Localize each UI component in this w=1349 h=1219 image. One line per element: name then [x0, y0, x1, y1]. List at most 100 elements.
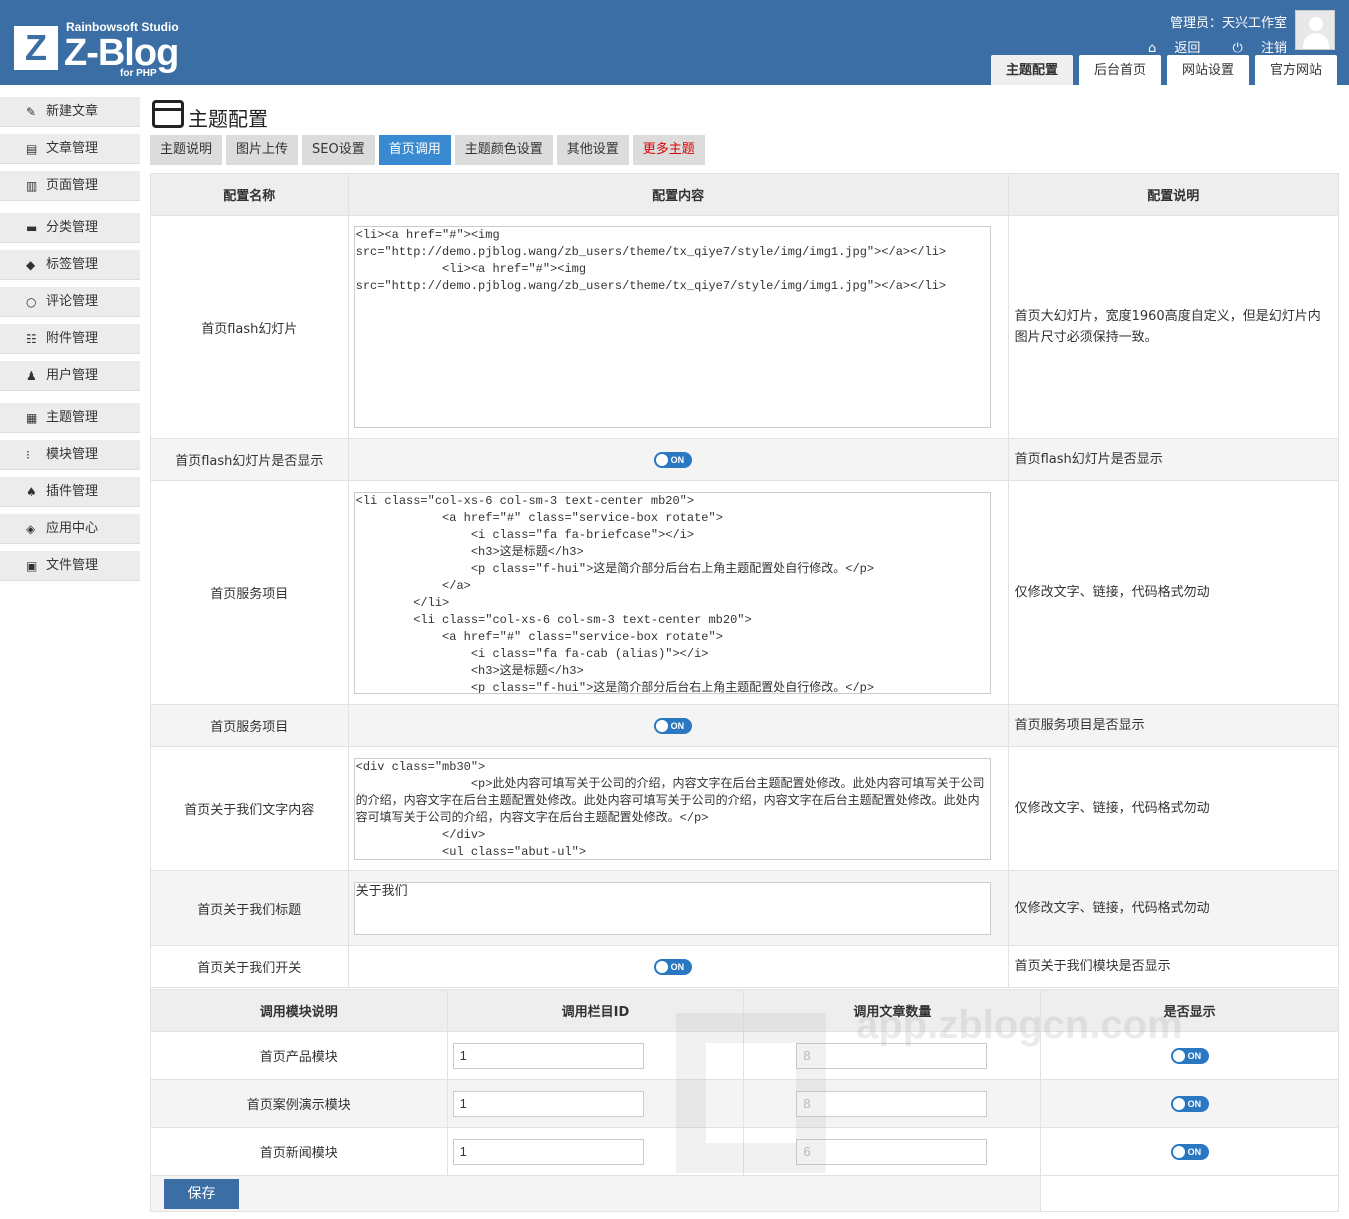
file-icon: ▤: [26, 142, 38, 156]
module-name: 首页产品模块: [150, 1031, 448, 1080]
tab-more-themes[interactable]: 更多主题: [632, 135, 705, 165]
tab-home-call[interactable]: 首页调用: [378, 135, 451, 165]
top-header: Z Rainbowsoft Studio Z-Blog for PHP 管理员：…: [0, 0, 1349, 85]
table-row: 首页关于我们开关 ON 首页关于我们模块是否显示: [150, 945, 1340, 988]
tab-site-settings[interactable]: 网站设置: [1166, 55, 1249, 85]
col-header-show: 是否显示: [1040, 989, 1339, 1032]
table-row: 首页关于我们文字内容 <div class="mb30"> <p>此处内容可填写…: [150, 746, 1340, 871]
sidebar-item-tags[interactable]: ◆ 标签管理: [0, 250, 140, 280]
comment-icon: ○: [26, 295, 37, 309]
zblog-logo[interactable]: Z Rainbowsoft Studio Z-Blog for PHP: [14, 18, 214, 79]
sidebar-item-new-post[interactable]: ✎ 新建文章: [0, 97, 140, 127]
sidebar-item-categories[interactable]: ▬ 分类管理: [0, 213, 140, 243]
avatar[interactable]: [1295, 10, 1335, 50]
tab-seo[interactable]: SEO设置: [302, 135, 375, 165]
about-content-textarea[interactable]: <div class="mb30"> <p>此处内容可填写关于公司的介绍，内容文…: [353, 757, 991, 860]
col-header-count: 调用文章数量: [743, 989, 1042, 1032]
toggle-label: ON: [670, 720, 685, 731]
tab-theme-config[interactable]: 主题配置: [990, 55, 1073, 85]
tab-admin-home[interactable]: 后台首页: [1078, 55, 1161, 85]
flash-show-toggle[interactable]: ON: [653, 451, 692, 468]
sidebar-item-pages[interactable]: ▥ 页面管理: [0, 171, 140, 201]
col-header-cat-id: 调用栏目ID: [446, 989, 745, 1032]
case-count-input[interactable]: [796, 1090, 988, 1117]
tab-official-site[interactable]: 官方网站: [1254, 55, 1337, 85]
logo-mark: Z: [14, 26, 58, 70]
sidebar-item-themes[interactable]: ▦ 主题管理: [0, 403, 140, 433]
module-name: 首页新闻模块: [150, 1127, 448, 1176]
col-header-desc: 配置说明: [1007, 173, 1340, 216]
table-row: 首页flash幻灯片 <li><a href="#"><img src="htt…: [150, 215, 1340, 439]
tab-other-settings[interactable]: 其他设置: [556, 135, 629, 165]
save-row: 保存: [149, 1175, 1339, 1212]
sidebar: ✎ 新建文章 ▤ 文章管理 ▥ 页面管理 ▬ 分类管理 ◆ 标签管理 ○ 评论管理 ☷ 附件管…: [0, 90, 140, 581]
sidebar-item-label: 附件管理: [46, 331, 99, 346]
module-name: 首页案例演示模块: [150, 1079, 448, 1128]
col-header-content: 配置内容: [347, 173, 1009, 216]
row-desc: 首页大幻灯片，宽度1960高度自定义，但是幻灯片内图片尺寸必须保持一致。: [1007, 215, 1340, 439]
sidebar-item-attachments[interactable]: ☷ 附件管理: [0, 324, 140, 354]
sidebar-item-label: 页面管理: [46, 178, 99, 193]
power-icon: ⏻: [1232, 41, 1243, 56]
sidebar-item-label: 主题管理: [46, 410, 99, 425]
flash-slider-textarea[interactable]: <li><a href="#"><img src="http://demo.pj…: [353, 226, 991, 428]
product-show-toggle[interactable]: ON: [1170, 1047, 1209, 1064]
tab-image-upload[interactable]: 图片上传: [226, 135, 299, 165]
table-row: 首页服务项目 ON 首页服务项目是否显示: [150, 704, 1340, 747]
edit-icon: ✎: [26, 105, 37, 119]
module-table: 调用模块说明 调用栏目ID 调用文章数量 是否显示 首页产品模块 ON 首页案例…: [149, 989, 1339, 1212]
back-link[interactable]: ⌂ 返回: [1134, 41, 1200, 56]
sidebar-item-label: 模块管理: [46, 447, 99, 462]
config-table: 配置名称 配置内容 配置说明 首页flash幻灯片 <li><a href="#…: [150, 173, 1340, 988]
sidebar-item-users[interactable]: ♟ 用户管理: [0, 361, 140, 391]
user-icon: ♟: [26, 369, 37, 383]
sidebar-item-modules[interactable]: ⁝ 模块管理: [0, 440, 140, 470]
app-center-icon: ◈: [26, 522, 36, 536]
news-count-input[interactable]: [796, 1138, 988, 1165]
table-row: 首页flash幻灯片是否显示 ON 首页flash幻灯片是否显示: [150, 438, 1340, 481]
sidebar-item-label: 标签管理: [46, 257, 99, 272]
module-icon: ⁝: [26, 448, 30, 462]
back-label: 返回: [1174, 41, 1201, 56]
save-button[interactable]: 保存: [164, 1178, 239, 1209]
row-desc: 首页服务项目是否显示: [1007, 704, 1340, 747]
table-row: 首页服务项目 <li class="col-xs-6 col-sm-3 text…: [150, 480, 1340, 705]
row-desc: 仅修改文字、链接，代码格式勿动: [1007, 480, 1340, 705]
product-cat-id-input[interactable]: [452, 1042, 644, 1069]
case-cat-id-input[interactable]: [452, 1090, 644, 1117]
user-label: 管理员：天兴工作室: [1169, 16, 1287, 31]
page-header: 主题配置: [150, 95, 1339, 133]
tab-theme-color[interactable]: 主题颜色设置: [454, 135, 553, 165]
sidebar-item-files[interactable]: ▣ 文件管理: [0, 551, 140, 581]
logout-link[interactable]: ⏻ 注销: [1219, 41, 1287, 56]
sidebar-item-label: 文章管理: [46, 141, 99, 156]
user-panel: 管理员：天兴工作室 ⌂ 返回 ⏻ 注销: [1120, 12, 1287, 56]
sidebar-item-plugins[interactable]: ♠ 插件管理: [0, 477, 140, 507]
sidebar-item-label: 插件管理: [46, 484, 99, 499]
sidebar-item-label: 用户管理: [46, 368, 99, 383]
home-icon: ⌂: [1147, 41, 1157, 56]
about-show-toggle[interactable]: ON: [653, 958, 692, 975]
sidebar-item-app-center[interactable]: ◈ 应用中心: [0, 514, 140, 544]
table-row: 首页关于我们标题 关于我们 仅修改文字、链接，代码格式勿动: [150, 870, 1340, 946]
row-name: 首页关于我们开关: [150, 945, 349, 988]
sidebar-item-comments[interactable]: ○ 评论管理: [0, 287, 140, 317]
attachment-icon: ☷: [26, 332, 37, 346]
news-cat-id-input[interactable]: [452, 1138, 644, 1165]
tab-theme-intro[interactable]: 主题说明: [150, 135, 223, 165]
row-name: 首页服务项目: [150, 704, 349, 747]
col-header-module: 调用模块说明: [150, 989, 448, 1032]
sidebar-item-label: 文件管理: [46, 558, 99, 573]
product-count-input[interactable]: [796, 1042, 988, 1069]
service-show-toggle[interactable]: ON: [653, 717, 692, 734]
file-manage-icon: ▣: [26, 559, 38, 573]
table-row: 首页产品模块 ON: [150, 1031, 1339, 1080]
case-show-toggle[interactable]: ON: [1170, 1095, 1209, 1112]
row-desc: 首页flash幻灯片是否显示: [1007, 438, 1340, 481]
about-title-textarea[interactable]: 关于我们: [353, 881, 991, 935]
page-icon: ▥: [26, 179, 38, 193]
news-show-toggle[interactable]: ON: [1170, 1143, 1209, 1160]
service-items-textarea[interactable]: <li class="col-xs-6 col-sm-3 text-center…: [353, 491, 991, 694]
sidebar-item-posts[interactable]: ▤ 文章管理: [0, 134, 140, 164]
sidebar-item-label: 应用中心: [46, 521, 99, 536]
